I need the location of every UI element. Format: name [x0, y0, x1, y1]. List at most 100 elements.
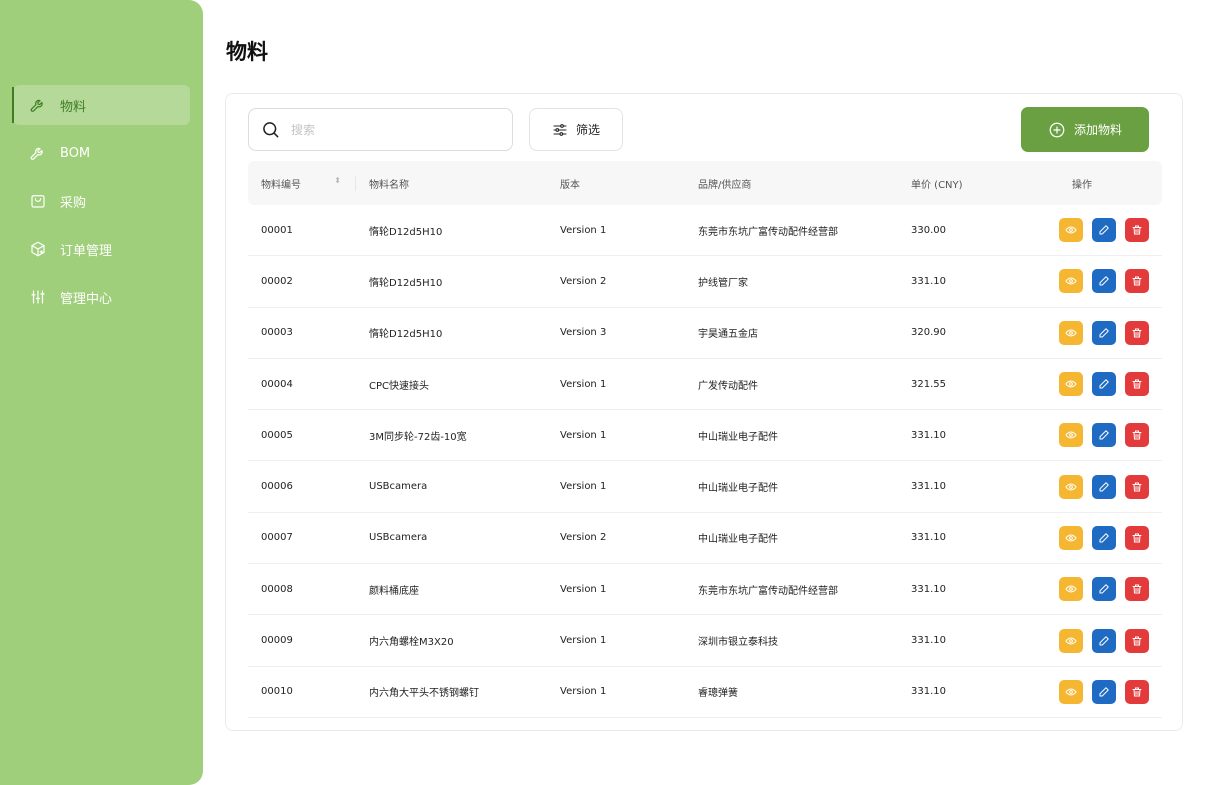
delete-button[interactable] — [1125, 679, 1149, 704]
cell-actions — [1059, 679, 1162, 704]
edit-button[interactable] — [1092, 423, 1116, 448]
view-button[interactable] — [1059, 679, 1083, 704]
add-material-label: 添加物料 — [1073, 123, 1122, 137]
cell-id: 00006 — [261, 481, 293, 493]
sort-icon[interactable]: ⬍ — [334, 176, 341, 191]
sidebar-item-purchase[interactable]: 采购 — [13, 181, 190, 221]
delete-button[interactable] — [1125, 372, 1149, 397]
view-button[interactable] — [1059, 320, 1083, 345]
sidebar-item-bom[interactable]: BOM — [13, 133, 190, 173]
cell-name: USBcamera — [369, 532, 428, 544]
cell-id: 00003 — [261, 327, 293, 339]
cell-actions — [1059, 474, 1162, 499]
pencil-icon — [1099, 225, 1109, 235]
edit-button[interactable] — [1092, 269, 1116, 294]
cell-actions — [1059, 218, 1162, 243]
view-button[interactable] — [1059, 628, 1083, 653]
cell-id: 00008 — [261, 583, 293, 595]
page-title: 物料 — [226, 40, 268, 64]
delete-button[interactable] — [1125, 269, 1149, 294]
eye-icon — [1065, 688, 1077, 696]
pencil-icon — [1099, 635, 1109, 646]
sidebar: 物料 BOM 采购 订单管理 管理中心 — [0, 0, 203, 785]
table-row: 00007 USBcamera Version 2 中山瑞业电子配件 331.1… — [248, 513, 1162, 565]
eye-icon — [1065, 637, 1077, 645]
search-box[interactable] — [248, 108, 513, 151]
cell-price: 331.10 — [911, 635, 946, 647]
edit-button[interactable] — [1092, 372, 1116, 397]
cell-supplier: 中山瑞业电子配件 — [698, 431, 778, 443]
shopping-bag-icon — [29, 192, 47, 210]
sidebar-item-orders[interactable]: 订单管理 — [13, 229, 190, 269]
cell-price: 331.10 — [911, 686, 946, 698]
view-button[interactable] — [1059, 525, 1083, 550]
edit-button[interactable] — [1092, 474, 1116, 499]
pencil-icon — [1099, 379, 1109, 389]
search-input[interactable] — [289, 121, 493, 138]
sidebar-item-materials[interactable]: 物料 — [12, 85, 190, 125]
cell-actions — [1059, 577, 1162, 602]
cell-id: 00010 — [261, 686, 293, 698]
edit-button[interactable] — [1092, 679, 1116, 704]
package-icon — [29, 240, 47, 258]
cell-actions — [1059, 372, 1162, 397]
filter-icon — [553, 123, 567, 136]
add-material-button[interactable]: 添加物料 — [1021, 107, 1149, 152]
cell-version: Version 2 — [560, 532, 607, 544]
delete-button[interactable] — [1125, 423, 1149, 448]
cell-name: 内六角大平头不锈钢螺钉 — [369, 688, 479, 700]
view-button[interactable] — [1059, 269, 1083, 294]
cell-version: Version 3 — [560, 327, 607, 339]
trash-icon — [1132, 225, 1142, 235]
view-button[interactable] — [1059, 218, 1083, 243]
plus-circle-icon — [1049, 122, 1065, 137]
pencil-icon — [1099, 584, 1109, 594]
cell-id: 00007 — [261, 532, 293, 544]
filter-label: 筛选 — [575, 123, 600, 137]
delete-button[interactable] — [1125, 218, 1149, 243]
view-button[interactable] — [1059, 474, 1083, 499]
trash-icon — [1132, 482, 1142, 492]
trash-icon — [1132, 328, 1142, 338]
edit-button[interactable] — [1092, 218, 1116, 243]
view-button[interactable] — [1059, 423, 1083, 448]
table-body: 00001 惰轮D12d5H10 Version 1 东莞市东坑广富传动配件经营… — [248, 205, 1162, 718]
trash-icon — [1132, 276, 1142, 286]
column-header-actions: 操作 — [1072, 179, 1092, 191]
cell-price: 331.10 — [911, 481, 946, 493]
delete-button[interactable] — [1125, 474, 1149, 499]
edit-button[interactable] — [1092, 577, 1116, 602]
column-header-supplier: 品牌/供应商 — [698, 179, 752, 191]
sidebar-item-label: 订单管理 — [60, 243, 113, 259]
cell-supplier: 东莞市东坑广富传动配件经营部 — [698, 585, 838, 597]
sidebar-item-admin[interactable]: 管理中心 — [13, 277, 190, 317]
cell-price: 331.10 — [911, 583, 946, 595]
delete-button[interactable] — [1125, 525, 1149, 550]
cell-price: 320.90 — [911, 327, 946, 339]
filter-button[interactable]: 筛选 — [529, 108, 623, 151]
edit-button[interactable] — [1092, 320, 1116, 345]
eye-icon — [1065, 585, 1077, 593]
cell-supplier: 护线管厂家 — [698, 277, 748, 289]
delete-button[interactable] — [1125, 320, 1149, 345]
cell-name: 惰轮D12d5H10 — [369, 277, 443, 289]
delete-button[interactable] — [1125, 628, 1149, 653]
cell-supplier: 广发传动配件 — [698, 380, 758, 392]
delete-button[interactable] — [1125, 577, 1149, 602]
pencil-icon — [1099, 430, 1109, 440]
cell-name: CPC快速接头 — [369, 380, 429, 392]
cell-supplier: 东莞市东坑广富传动配件经营部 — [698, 226, 838, 238]
edit-button[interactable] — [1092, 525, 1116, 550]
table-row: 00003 惰轮D12d5H10 Version 3 宇昊通五金店 320.90 — [248, 308, 1162, 359]
edit-button[interactable] — [1092, 628, 1116, 653]
eye-icon — [1065, 277, 1077, 285]
view-button[interactable] — [1059, 577, 1083, 602]
table-header: 物料编号 ⬍ 物料名称 版本 品牌/供应商 单价 (CNY) 操作 — [248, 161, 1162, 205]
view-button[interactable] — [1059, 372, 1083, 397]
pencil-icon — [1099, 276, 1109, 286]
cell-supplier: 中山瑞业电子配件 — [698, 483, 778, 495]
eye-icon — [1065, 431, 1077, 439]
cell-version: Version 1 — [560, 481, 607, 493]
cell-id: 00009 — [261, 635, 293, 647]
column-header-id[interactable]: 物料编号 ⬍ — [248, 175, 356, 191]
